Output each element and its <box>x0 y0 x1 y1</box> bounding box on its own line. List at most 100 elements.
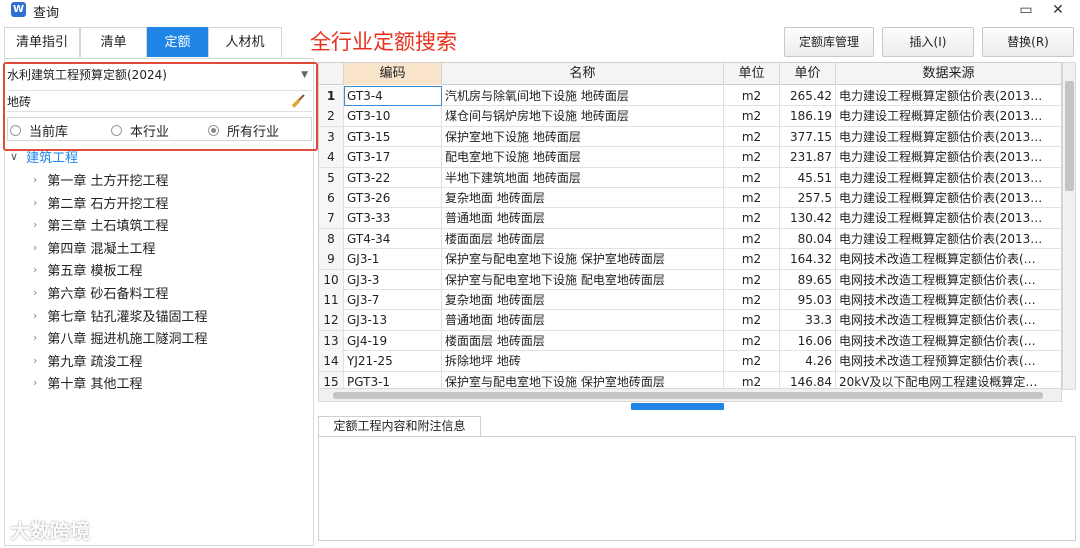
cell-name: 保护室地下设施 地砖面层 <box>442 126 724 147</box>
radio-current-library[interactable]: 当前库 <box>10 121 68 140</box>
table-row[interactable]: 12 GJ3-13 普通地面 地砖面层 m2 33.3 电网技术改造工程概算定额估价表(… <box>319 310 1061 331</box>
tab-bill[interactable]: 清单 <box>80 27 147 57</box>
library-select[interactable]: 水利建筑工程预算定额(2024) ▼ <box>7 65 312 85</box>
table-row[interactable]: 6 GT3-26 复杂地面 地砖面层 m2 257.5 电力建设工程概算定额估价表(201… <box>319 188 1061 209</box>
tree-item-chapter[interactable]: › 第四章 混凝土工程 <box>33 238 156 257</box>
tree-root[interactable]: ∨ 建筑工程 <box>10 147 78 166</box>
insert-button[interactable]: 插入(I) <box>882 27 974 57</box>
row-index: 3 <box>319 126 344 147</box>
cell-source: 电力建设工程概算定额估价表(2013… <box>836 168 1061 188</box>
cell-source: 电网技术改造工程概算定额估价表(… <box>836 331 1061 351</box>
chevron-right-icon: › <box>33 331 38 345</box>
header-price[interactable]: 单价 <box>780 63 836 85</box>
radio-all-industries[interactable]: 所有行业 <box>208 121 279 140</box>
header-name[interactable]: 名称 <box>442 63 724 85</box>
vertical-scrollbar[interactable] <box>1062 62 1076 390</box>
tree-item-chapter[interactable]: › 第九章 疏浚工程 <box>33 351 143 370</box>
tree-item-chapter[interactable]: › 第十章 其他工程 <box>33 373 143 392</box>
cell-code: GJ3-7 <box>344 290 442 310</box>
row-index: 5 <box>319 167 344 188</box>
table-row[interactable]: 1 GT3-4 汽机房与除氧间地下设施 地砖面层 m2 265.42 电力建设工程概算定额… <box>319 86 1061 107</box>
table-row[interactable]: 3 GT3-15 保护室地下设施 地砖面层 m2 377.15 电力建设工程概算定额估价表… <box>319 126 1061 148</box>
panel-splitter-handle[interactable] <box>631 403 724 410</box>
cell-name: 普通地面 地砖面层 <box>442 208 724 229</box>
scroll-thumb[interactable] <box>1065 81 1074 191</box>
table-row[interactable]: 11 GJ3-7 复杂地面 地砖面层 m2 95.03 电网技术改造工程概算定额估价表(… <box>319 290 1061 311</box>
maximize-icon[interactable]: ▭ <box>1014 0 1038 20</box>
header-source[interactable]: 数据来源 <box>836 63 1061 85</box>
radio-label: 本行业 <box>130 125 170 140</box>
tree-item-label: 第六章 砂石备料工程 <box>47 287 169 302</box>
radio-label: 当前库 <box>29 125 69 140</box>
cell-unit: m2 <box>724 228 780 249</box>
cell-unit: m2 <box>724 188 780 208</box>
tree-item-chapter[interactable]: › 第五章 模板工程 <box>33 260 143 279</box>
table-row[interactable]: 4 GT3-17 配电室地下设施 地砖面层 m2 231.87 电力建设工程概算定额估价表… <box>319 147 1061 168</box>
tree-item-chapter[interactable]: › 第一章 土方开挖工程 <box>33 170 169 189</box>
row-index: 2 <box>319 106 344 127</box>
cell-source: 电力建设工程概算定额估价表(2013… <box>836 147 1061 167</box>
search-input[interactable]: 地砖 <box>7 90 312 112</box>
cell-price: 231.87 <box>780 147 836 168</box>
table-row[interactable]: 10 GJ3-3 保护室与配电室地下设施 配电室地砖面层 m2 89.65 电网技术改造工… <box>319 269 1061 290</box>
chevron-right-icon: › <box>33 240 38 254</box>
table-row[interactable]: 5 GT3-22 半地下建筑地面 地砖面层 m2 45.51 电力建设工程概算定额估价表(… <box>319 167 1061 188</box>
tree-item-label: 第七章 钻孔灌浆及锚固工程 <box>47 309 208 325</box>
radio-this-industry[interactable]: 本行业 <box>111 121 169 140</box>
tab-bill-guide[interactable]: 清单指引 <box>4 27 80 57</box>
cell-name: 复杂地面 地砖面层 <box>442 290 724 310</box>
tab-quota[interactable]: 定额 <box>147 27 208 57</box>
table-row[interactable]: 8 GT4-34 楼面面层 地砖面层 m2 80.04 电力建设工程概算定额估价表(201… <box>319 228 1061 250</box>
table-row[interactable]: 7 GT3-33 普通地面 地砖面层 m2 130.42 电力建设工程概算定额估价表(20… <box>319 208 1061 229</box>
quota-results-table: 编码 名称 单位 单价 数据来源 1 GT3-4 汽机房与除氧间地下设施 地砖面层 m… <box>318 62 1062 390</box>
cell-price: 4.26 <box>780 351 836 372</box>
table-row[interactable]: 9 GJ3-1 保护室与配电室地下设施 保护室地砖面层 m2 164.32 电网技术改造工… <box>319 249 1061 270</box>
cell-name: 楼面面层 地砖面层 <box>442 330 724 351</box>
broom-clear-icon[interactable] <box>290 93 306 109</box>
quota-library-manage-button[interactable]: 定额库管理 <box>784 27 874 57</box>
table-header: 编码 名称 单位 单价 数据来源 <box>319 63 1061 85</box>
tab-labor-material[interactable]: 人材机 <box>208 27 282 57</box>
tree-item-label: 第一章 土方开挖工程 <box>47 174 169 189</box>
cell-unit: m2 <box>724 290 780 310</box>
row-index: 7 <box>319 208 344 229</box>
cell-source: 电力建设工程概算定额估价表(2013… <box>836 188 1061 208</box>
tree-item-chapter[interactable]: › 第三章 土石填筑工程 <box>33 215 169 234</box>
tree-item-chapter[interactable]: › 第六章 砂石备料工程 <box>33 283 169 302</box>
chevron-down-icon: ∨ <box>10 150 19 163</box>
chevron-right-icon: › <box>33 218 38 232</box>
cell-price: 33.3 <box>780 310 836 331</box>
row-index: 9 <box>319 249 344 270</box>
row-index: 6 <box>319 188 344 208</box>
replace-button[interactable]: 替换(R) <box>982 27 1074 57</box>
header-unit[interactable]: 单位 <box>724 63 780 85</box>
radio-selected-icon <box>208 125 219 136</box>
cell-name: 复杂地面 地砖面层 <box>442 188 724 208</box>
cell-price: 16.06 <box>780 330 836 351</box>
cell-unit: m2 <box>724 126 780 147</box>
cell-unit: m2 <box>724 269 780 290</box>
chevron-down-icon: ▼ <box>301 70 308 80</box>
cell-name: 半地下建筑地面 地砖面层 <box>442 167 724 188</box>
row-index: 12 <box>319 310 344 331</box>
scroll-thumb[interactable] <box>333 392 1043 399</box>
cell-name: 煤仓间与锅炉房地下设施 地砖面层 <box>442 106 724 127</box>
chevron-right-icon: › <box>33 263 38 277</box>
tab-quota-info[interactable]: 定额工程内容和附注信息 <box>318 416 481 436</box>
tree-item-chapter[interactable]: › 第七章 钻孔灌浆及锚固工程 <box>33 306 208 325</box>
close-icon[interactable]: ✕ <box>1046 0 1070 20</box>
tree-item-chapter[interactable]: › 第八章 掘进机施工隧洞工程 <box>33 328 208 347</box>
cell-name: 配电室地下设施 地砖面层 <box>442 147 724 168</box>
cell-name: 拆除地坪 地砖 <box>442 351 724 372</box>
table-row[interactable]: 13 GJ4-19 楼面面层 地砖面层 m2 16.06 电网技术改造工程概算定额估价表(… <box>319 330 1061 352</box>
cell-unit: m2 <box>724 310 780 331</box>
cell-code: GJ4-19 <box>344 330 442 351</box>
header-code[interactable]: 编码 <box>344 63 442 85</box>
table-row[interactable]: 14 YJ21-25 拆除地坪 地砖 m2 4.26 电网技术改造工程预算定额估价表(… <box>319 351 1061 372</box>
cell-source: 电力建设工程概算定额估价表(2013… <box>836 86 1061 106</box>
chevron-right-icon: › <box>33 286 38 299</box>
table-row[interactable]: 2 GT3-10 煤仓间与锅炉房地下设施 地砖面层 m2 186.19 电力建设工程概算定… <box>319 106 1061 127</box>
horizontal-scrollbar[interactable] <box>318 388 1062 402</box>
tree-item-chapter[interactable]: › 第二章 石方开挖工程 <box>33 193 169 212</box>
cell-price: 265.42 <box>780 86 836 106</box>
